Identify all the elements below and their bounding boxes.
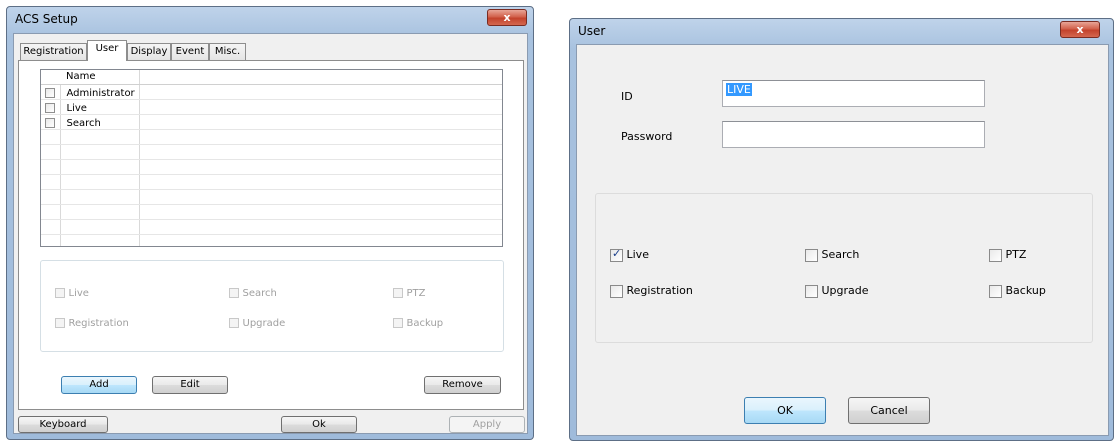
id-label: ID bbox=[621, 90, 633, 103]
id-field[interactable]: LIVE bbox=[722, 80, 985, 107]
permission-live[interactable]: Live bbox=[55, 286, 89, 299]
close-button[interactable]: x bbox=[1060, 21, 1100, 38]
tab-user[interactable]: User bbox=[87, 40, 127, 61]
list-row-line bbox=[41, 99, 502, 100]
user-client-area: ID LIVE Password Live Search PTZ Regist bbox=[576, 44, 1109, 436]
cancel-button[interactable]: Cancel bbox=[848, 397, 930, 424]
window-title: ACS Setup bbox=[15, 12, 78, 26]
permission-ptz[interactable]: PTZ bbox=[989, 248, 1026, 262]
list-column-header-name[interactable]: Name bbox=[66, 71, 96, 82]
list-row-line bbox=[41, 144, 502, 145]
permission-registration-checkbox[interactable] bbox=[610, 284, 623, 298]
permission-live-checkbox[interactable] bbox=[55, 288, 65, 298]
user-list[interactable]: Name Administrator Live Search bbox=[40, 69, 503, 247]
permission-backup-checkbox[interactable] bbox=[393, 318, 403, 328]
permission-ptz-checkbox[interactable] bbox=[393, 288, 403, 298]
list-row-line bbox=[41, 174, 502, 175]
permission-search-checkbox[interactable] bbox=[229, 288, 239, 298]
permission-search[interactable]: Search bbox=[805, 248, 859, 262]
permission-live-checkbox[interactable] bbox=[610, 247, 623, 262]
password-field[interactable] bbox=[722, 121, 985, 148]
acs-setup-window: ACS Setup x Registration User Display Ev… bbox=[6, 6, 534, 440]
user-checkbox-search[interactable] bbox=[45, 118, 55, 128]
list-row-line bbox=[41, 234, 502, 235]
permission-registration[interactable]: Registration bbox=[610, 284, 693, 298]
permission-upgrade[interactable]: Upgrade bbox=[805, 284, 869, 298]
dialog-title: User bbox=[578, 24, 606, 38]
id-field-value: LIVE bbox=[726, 83, 752, 96]
user-permissions-group: Live Search PTZ Registration Upgrade Bac… bbox=[595, 193, 1093, 343]
close-icon: x bbox=[503, 11, 511, 24]
permission-upgrade[interactable]: Upgrade bbox=[229, 316, 285, 329]
close-icon: x bbox=[1076, 23, 1084, 36]
list-row-line bbox=[41, 204, 502, 205]
permission-registration-checkbox[interactable] bbox=[55, 318, 65, 328]
user-checkbox-live[interactable] bbox=[45, 103, 55, 113]
list-row-line bbox=[41, 129, 502, 130]
list-row-line bbox=[41, 159, 502, 160]
tab-event[interactable]: Event bbox=[171, 43, 209, 61]
list-row-line bbox=[41, 114, 502, 115]
permission-backup[interactable]: Backup bbox=[989, 284, 1046, 298]
permission-ptz-checkbox[interactable] bbox=[989, 248, 1002, 262]
permission-ptz[interactable]: PTZ bbox=[393, 286, 426, 299]
apply-button[interactable]: Apply bbox=[449, 416, 525, 433]
list-item[interactable]: Administrator bbox=[45, 86, 135, 99]
user-dialog-window: User x ID LIVE Password Live Search PTZ bbox=[569, 18, 1114, 441]
permission-search[interactable]: Search bbox=[229, 286, 277, 299]
list-header-divider bbox=[41, 84, 502, 85]
permission-upgrade-checkbox[interactable] bbox=[805, 284, 818, 298]
tab-misc[interactable]: Misc. bbox=[209, 43, 246, 61]
permission-search-checkbox[interactable] bbox=[805, 248, 818, 262]
permission-upgrade-checkbox[interactable] bbox=[229, 318, 239, 328]
user-tab-panel: Name Administrator Live Search Live Sear… bbox=[18, 60, 524, 410]
user-name-search: Search bbox=[66, 118, 101, 129]
keyboard-button[interactable]: Keyboard bbox=[18, 416, 108, 433]
permission-backup-checkbox[interactable] bbox=[989, 284, 1002, 298]
list-row-line bbox=[41, 219, 502, 220]
password-label: Password bbox=[621, 130, 673, 143]
user-checkbox-administrator[interactable] bbox=[45, 88, 55, 98]
user-name-administrator: Administrator bbox=[66, 88, 135, 99]
edit-button[interactable]: Edit bbox=[152, 376, 228, 394]
ok-button[interactable]: OK bbox=[744, 397, 826, 424]
list-row-line bbox=[41, 189, 502, 190]
add-button[interactable]: Add bbox=[61, 376, 137, 394]
list-item[interactable]: Live bbox=[45, 101, 87, 114]
permissions-group: Live Search PTZ Registration Upgrade Bac… bbox=[40, 260, 504, 352]
permission-registration[interactable]: Registration bbox=[55, 316, 129, 329]
tab-registration[interactable]: Registration bbox=[20, 43, 87, 61]
tab-display[interactable]: Display bbox=[127, 43, 171, 61]
close-button[interactable]: x bbox=[487, 9, 527, 26]
permission-live[interactable]: Live bbox=[610, 247, 649, 262]
list-item[interactable]: Search bbox=[45, 116, 101, 129]
permission-backup[interactable]: Backup bbox=[393, 316, 443, 329]
acs-client-area: Registration User Display Event Misc. Na… bbox=[13, 33, 528, 434]
remove-button[interactable]: Remove bbox=[424, 376, 501, 394]
ok-button[interactable]: Ok bbox=[281, 416, 357, 433]
user-name-live: Live bbox=[66, 103, 87, 114]
